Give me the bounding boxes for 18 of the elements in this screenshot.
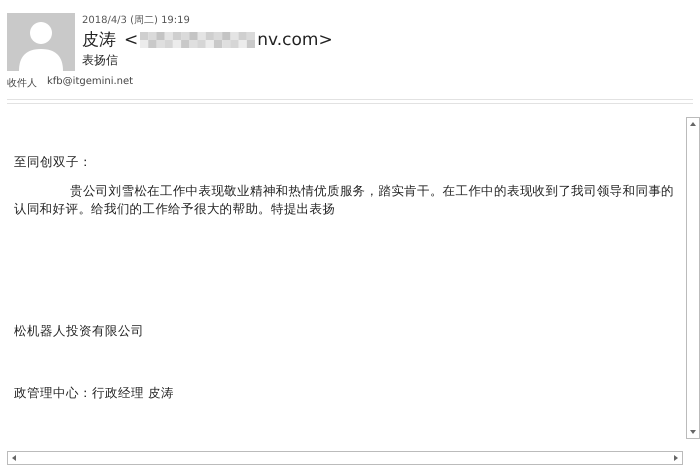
scroll-right-icon[interactable] — [672, 454, 680, 462]
recipient-address: kfb@itgemini.net — [47, 76, 134, 89]
sender-name: 皮涛 — [82, 29, 116, 52]
avatar-icon — [7, 13, 75, 71]
vertical-scrollbar[interactable] — [686, 117, 700, 439]
greeting-text: 至同创双子： — [14, 153, 93, 171]
subject: 表扬信 — [82, 52, 119, 68]
signature-text: 政管理中心：行政经理 皮涛 — [14, 384, 175, 402]
company-name: 松机器人投资有限公司 — [14, 322, 145, 340]
body-paragraph: 贵公司刘雪松在工作中表现敬业精神和热情优质服务，踏实肯干。在工作中的表现收到了我司领导和同事的认同和好评。给我们的工作给予很大的帮助。特提出表扬 — [14, 182, 675, 218]
sender-address: nv.com> — [257, 29, 333, 52]
scroll-down-icon[interactable] — [689, 428, 698, 436]
sent-date: 2018/4/3 (周二) 19:19 — [82, 14, 191, 28]
horizontal-scrollbar[interactable] — [7, 451, 683, 465]
scroll-up-icon[interactable] — [689, 120, 698, 128]
scroll-left-icon[interactable] — [10, 454, 18, 462]
recipient-label: 收件人 — [7, 77, 37, 90]
address-bracket: < — [124, 29, 138, 52]
